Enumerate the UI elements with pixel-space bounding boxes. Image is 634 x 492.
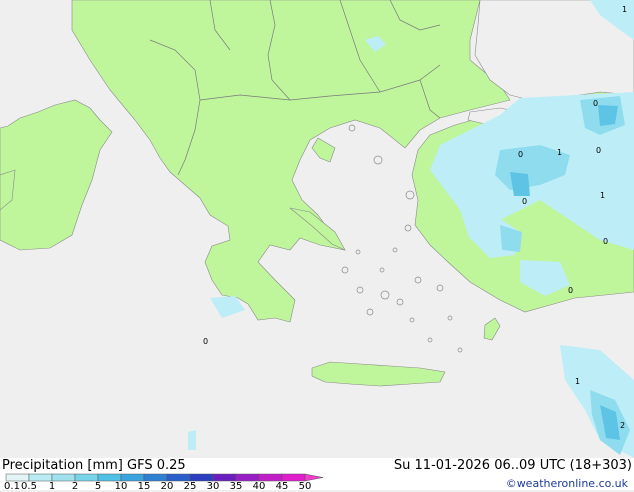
legend-tick-label: 15 [137, 481, 151, 492]
map-value-label: 0 [568, 286, 573, 295]
legend-tick-label: 0.5 [21, 481, 37, 492]
legend-tick-label: 45 [275, 481, 289, 492]
legend-swatch [189, 473, 214, 482]
model-name: GFS 0.25 [127, 458, 186, 473]
legend-tick-label: 2 [71, 481, 79, 492]
legend-swatch [74, 473, 99, 482]
valid-time: Su 11-01-2026 06..09 UTC (18+303) [393, 458, 632, 473]
legend-swatch [5, 473, 30, 482]
legend-tick-label: 30 [206, 481, 220, 492]
legend-tick-label: 40 [252, 481, 266, 492]
legend-swatch [212, 473, 237, 482]
map-value-label: 0 [518, 150, 523, 159]
map-value-label: 0 [603, 237, 608, 246]
map-value-label: 2 [620, 421, 625, 430]
legend-tick-label: 1 [48, 481, 56, 492]
legend-tick-label: 5 [94, 481, 102, 492]
map-value-label: 1 [622, 5, 627, 14]
legend-swatch [166, 473, 191, 482]
map-value-label: 1 [557, 148, 562, 157]
legend-swatch [120, 473, 145, 482]
legend-tick-label: 50 [298, 481, 312, 492]
legend-swatch [97, 473, 122, 482]
map-value-label: 0 [203, 337, 208, 346]
legend-tick-label: 35 [229, 481, 243, 492]
legend-swatch [28, 473, 53, 482]
legend-tick-label: 25 [183, 481, 197, 492]
legend-arrow [304, 473, 324, 482]
map-value-label: 1 [575, 377, 580, 386]
legend-swatch [235, 473, 260, 482]
map-value-label: 0 [596, 146, 601, 155]
legend-tick-label: 20 [160, 481, 174, 492]
map-title: Precipitation [mm] GFS 0.25 [2, 458, 186, 473]
legend-swatch [258, 473, 283, 482]
map-value-label: 0 [593, 99, 598, 108]
precipitation-map: 1 0 0 1 0 0 1 0 0 0 1 2 [0, 0, 634, 458]
precip-title: Precipitation [mm] [2, 458, 123, 473]
map-value-label: 1 [600, 191, 605, 200]
legend-swatch [51, 473, 76, 482]
map-value-label: 0 [522, 197, 527, 206]
legend-swatch [143, 473, 168, 482]
credit-text: ©weatheronline.co.uk [505, 477, 628, 490]
legend-tick-label: 0.1 [4, 481, 20, 492]
legend-swatch [281, 473, 306, 482]
legend-tick-label: 10 [114, 481, 128, 492]
